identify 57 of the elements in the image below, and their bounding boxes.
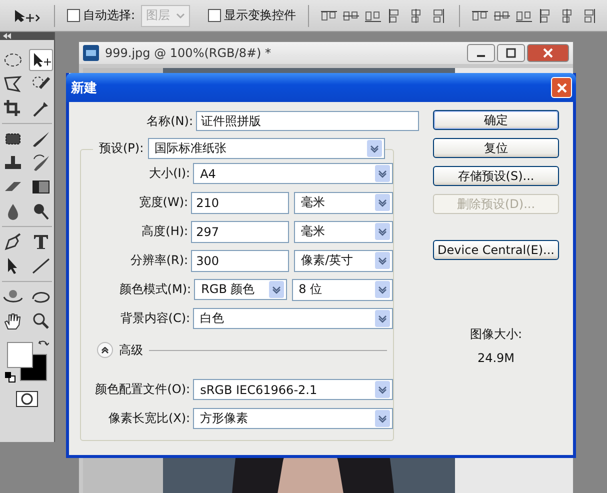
minimize-button[interactable] [467, 44, 495, 62]
field-label: 预设(P): [93, 140, 148, 157]
align-icon[interactable] [365, 8, 382, 22]
number-input[interactable]: 210 [191, 192, 290, 214]
dropdown-field[interactable]: RGB 颜色 [194, 279, 287, 300]
field-label: 像素长宽比(X): [107, 410, 192, 427]
move-tool-icon[interactable] [29, 49, 53, 71]
color-swatches-drawing[interactable] [7, 342, 47, 381]
auto-select-checkbox[interactable]: 自动选择: [67, 7, 136, 24]
align-icon[interactable] [494, 8, 510, 22]
unit-dropdown[interactable]: 毫米 [294, 192, 393, 214]
field-label: 颜色模式(M): [118, 281, 192, 298]
preset-select[interactable]: 国际标准纸张 [148, 138, 385, 159]
number-input[interactable]: 297 [191, 220, 290, 242]
dropdown-field[interactable]: 方形像素 [193, 408, 393, 429]
image-size-value: 24.9M [477, 351, 515, 365]
unit-dropdown[interactable]: 毫米 [294, 220, 393, 242]
field-label: 高度(H): [140, 223, 190, 240]
dialog-button[interactable]: 存储预设(S)... [433, 166, 559, 186]
unit-dropdown[interactable]: 像素/英寸 [294, 250, 393, 272]
field-label: 宽度(W): [138, 194, 190, 211]
caret-icon [176, 12, 186, 18]
maximize-icon [506, 48, 516, 58]
close-icon [543, 48, 553, 58]
section-label: 高级 [119, 342, 143, 358]
dialog-button[interactable]: Device Central(E)... [433, 240, 559, 260]
field-label: 背景内容(C): [119, 310, 192, 327]
name-input[interactable]: 证件照拼版 [196, 111, 419, 131]
number-input[interactable]: 300 [191, 250, 290, 272]
align-icon[interactable] [343, 8, 360, 22]
show-transform-checkbox[interactable]: 显示变换控件 [208, 7, 296, 24]
maximize-button[interactable] [497, 44, 525, 62]
align-icon[interactable] [516, 8, 532, 22]
close-button[interactable] [527, 44, 569, 62]
field-label: 名称(N): [146, 112, 194, 130]
dropdown-field[interactable]: sRGB IEC61966-2.1 [193, 379, 393, 400]
default-colors-icon[interactable] [5, 372, 16, 383]
image-size-label: 图像大小: [470, 326, 522, 343]
collapse-button[interactable] [97, 342, 113, 358]
dropdown-field[interactable]: A4 [193, 163, 393, 184]
align-icon[interactable] [472, 8, 488, 22]
minimize-icon [477, 55, 485, 57]
dialog-button[interactable]: 确定 [433, 110, 559, 130]
align-icon[interactable] [321, 8, 338, 22]
chevron-up-icon [101, 346, 109, 354]
field-label: 大小(I): [148, 165, 192, 182]
dialog-button[interactable]: 复位 [433, 138, 559, 158]
field-label: 分辨率(R): [129, 252, 190, 269]
dropdown-field[interactable]: 白色 [193, 308, 393, 329]
close-icon [556, 82, 568, 94]
field-label: 颜色配置文件(O): [94, 381, 192, 398]
move-tool-icon[interactable] [12, 8, 42, 24]
quick-mask-icon[interactable] [16, 391, 38, 407]
dialog-title: 新建 [71, 80, 97, 96]
app-icon [83, 45, 99, 61]
dropdown-field[interactable]: 8 位 [292, 278, 393, 300]
document-title: 999.jpg @ 100%(RGB/8#) * [105, 46, 272, 60]
